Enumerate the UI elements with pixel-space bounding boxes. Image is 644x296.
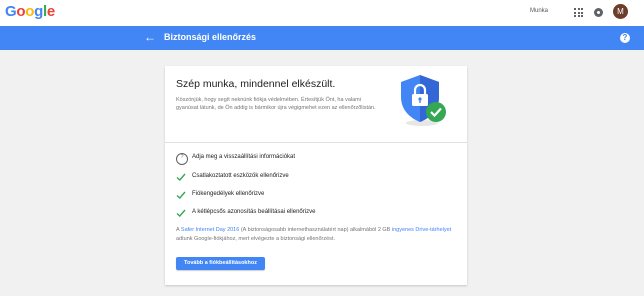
note-text: adtunk Google-fiókjához, mert elvégezte … xyxy=(176,235,335,242)
avatar[interactable]: M xyxy=(613,4,628,19)
checklist-item-label: A kétlépcsős azonosítás beállításai elle… xyxy=(192,209,316,215)
apps-grid-icon[interactable] xyxy=(574,8,583,17)
note-text: (A biztonságosabb internethasználatért n… xyxy=(239,227,392,233)
checklist-item-label: Fiókengedélyek ellenőrizve xyxy=(192,191,265,197)
check-icon xyxy=(176,209,186,217)
hero-description: Köszönjük, hogy segít neknünk fiókja véd… xyxy=(176,97,376,111)
top-bar: Google Munka M xyxy=(0,0,644,27)
drive-storage-note: A Safer Internet Day 2016 (A biztonságos… xyxy=(176,226,461,243)
safer-internet-day-link[interactable]: Safer Internet Day 2016 xyxy=(181,227,239,233)
check-icon xyxy=(176,191,186,199)
hero-title: Szép munka, mindennel elkészült. xyxy=(176,78,336,90)
shield-lock-check-icon xyxy=(401,75,446,126)
logo-letter: e xyxy=(46,3,55,20)
check-icon xyxy=(176,173,186,181)
notifications-icon[interactable] xyxy=(594,8,603,17)
free-drive-storage-link[interactable]: ingyenes Drive-tárhelyet xyxy=(392,227,451,233)
checklist-item-label: Adja meg a visszaállítási információkat xyxy=(192,154,296,160)
go-to-account-settings-button[interactable]: Tovább a fiókbeállításokhoz xyxy=(176,257,265,270)
help-circle-icon: ? xyxy=(176,153,188,165)
checklist-item-label: Csatlakoztatott eszközök ellenőrizve xyxy=(192,173,289,179)
arrow-back-icon[interactable]: ← xyxy=(144,30,156,44)
help-icon[interactable]: ? xyxy=(620,33,630,43)
top-link-munka[interactable]: Munka xyxy=(530,8,548,14)
logo-letter: o xyxy=(25,3,35,20)
logo-letter: g xyxy=(34,3,43,20)
logo-letter: G xyxy=(5,3,17,20)
logo-letter: o xyxy=(16,3,26,20)
divider xyxy=(165,142,467,143)
google-logo[interactable]: Google xyxy=(5,3,55,20)
security-checkup-card: Szép munka, mindennel elkészült. Köszönj… xyxy=(165,66,467,285)
header-bar: ← Biztonsági ellenőrzés ? xyxy=(0,26,644,50)
page-title: Biztonsági ellenőrzés xyxy=(164,32,257,42)
